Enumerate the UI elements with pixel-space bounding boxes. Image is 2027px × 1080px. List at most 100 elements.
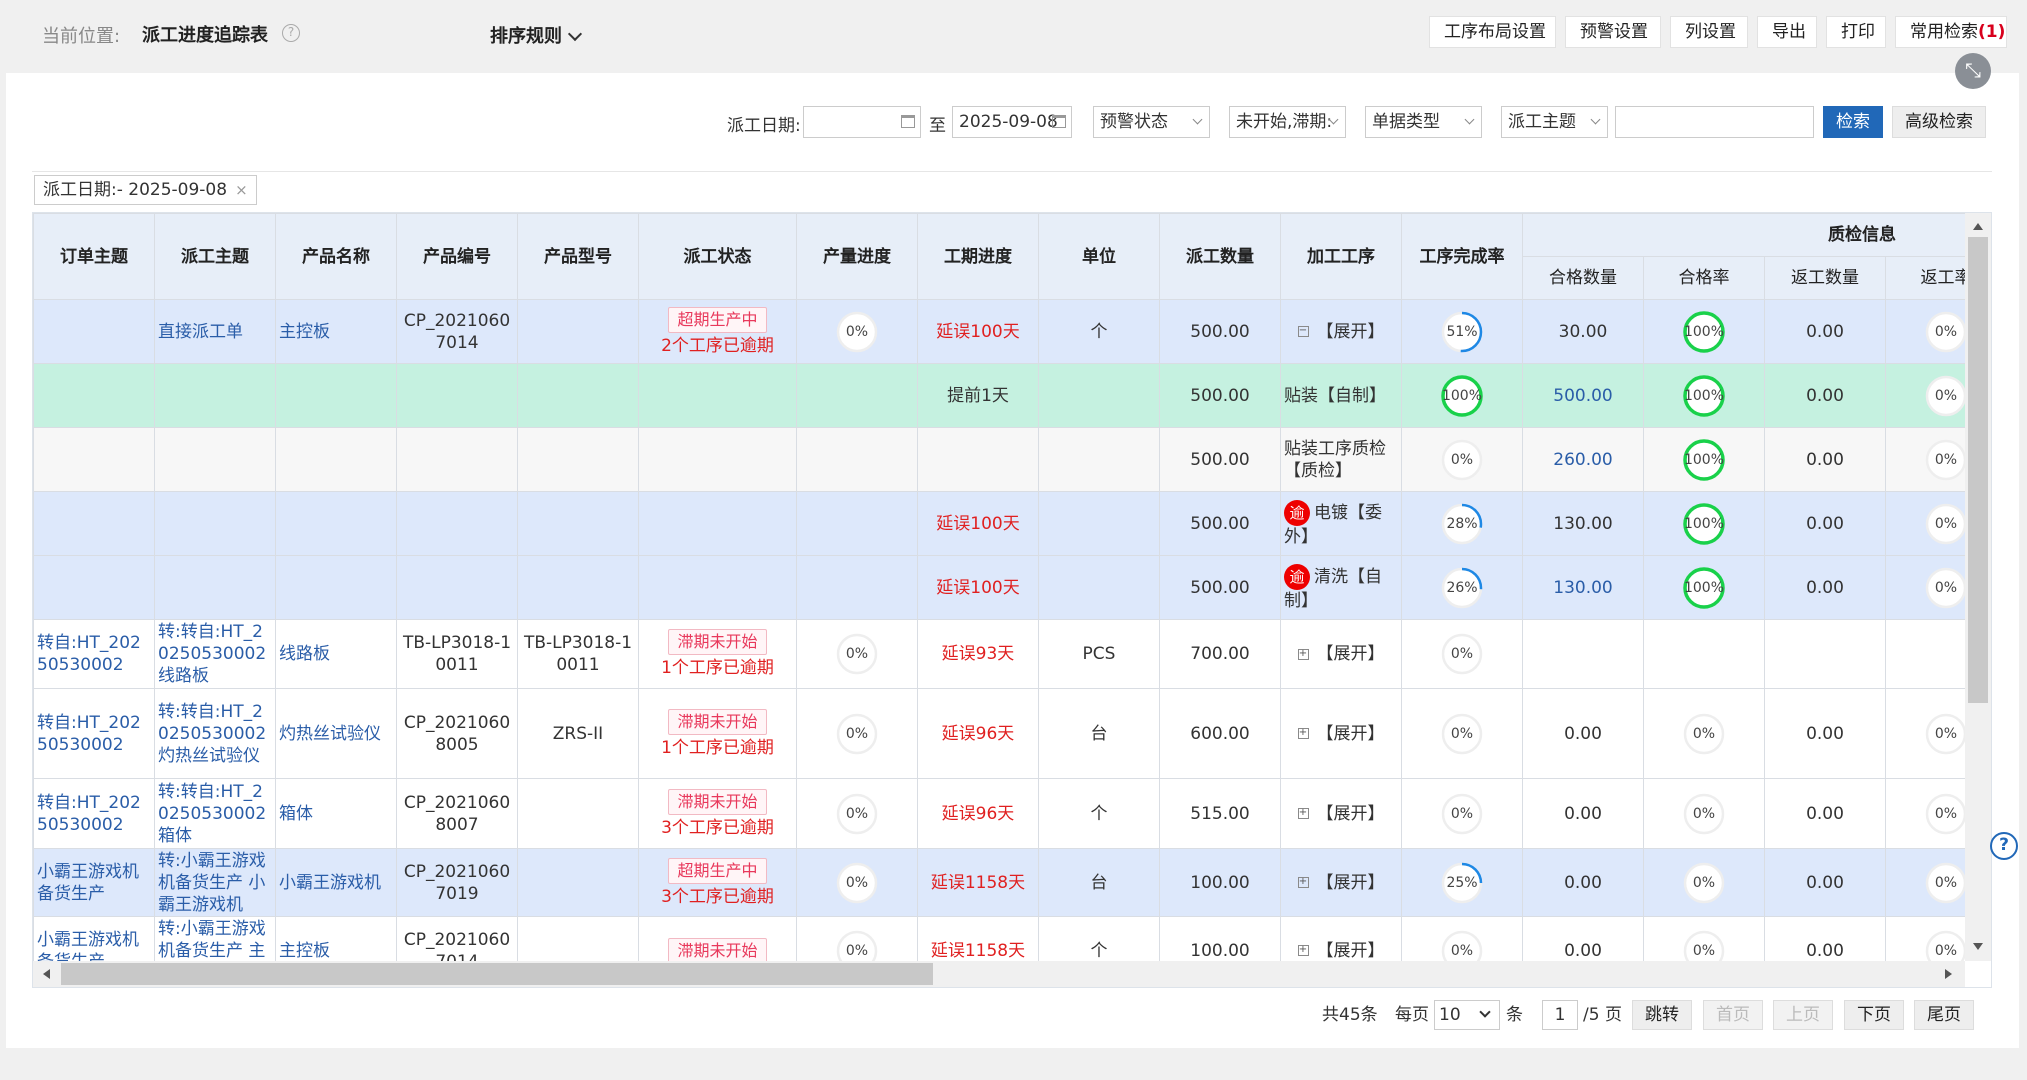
warning-settings-button[interactable]: 预警设置	[1565, 16, 1661, 48]
table-row[interactable]: 延误100天 500.00 逾清洗【自制】 26% 130.00 100% 0.00 0%	[33, 555, 1965, 620]
table-row[interactable]: 转自:HT_20250530002 转:转自:HT_20250530002 灼热丝…	[33, 688, 1965, 779]
expand-toggle[interactable]: + 【展开】	[1297, 872, 1385, 894]
first-page-button[interactable]: 首页	[1703, 1000, 1763, 1030]
page-input[interactable]: 1	[1542, 1000, 1578, 1030]
filter-chip[interactable]: 派工日期:- 2025-09-08 ×	[34, 175, 257, 205]
column-header[interactable]: 订单主题	[33, 213, 155, 300]
order-subject-link[interactable]: 转自:HT_20250530002	[37, 633, 141, 675]
order-subject-link[interactable]: 小霸王游戏机备货生产	[37, 930, 139, 962]
column-header[interactable]: 单位	[1038, 213, 1160, 300]
table-row[interactable]: 小霸王游戏机备货生产 转:小霸王游戏机备货生产 小霸王游戏机 小霸王游戏机 CP_20…	[33, 848, 1965, 917]
dispatch-date-label: 派工日期:	[727, 116, 801, 136]
table-row[interactable]: 延误100天 500.00 逾电镀【委外】 28% 130.00 100% 0.00 0%	[33, 491, 1965, 556]
progress-ring-label: 100%	[1683, 451, 1725, 468]
next-page-button[interactable]: 下页	[1844, 1000, 1904, 1030]
search-button[interactable]: 检索	[1823, 106, 1883, 138]
product-name-link[interactable]: 小霸王游戏机	[279, 873, 381, 893]
table-row[interactable]: 提前1天 500.00 贴装【自制】 100% 500.00 100% 0.00 0%	[33, 363, 1965, 428]
scroll-right-icon[interactable]	[1945, 969, 1952, 979]
dispatch-subject-link[interactable]: 转:转自:HT_20250530002 线路板	[158, 622, 266, 686]
column-header[interactable]: 工期进度	[917, 213, 1039, 300]
not-started-select[interactable]: 未开始,滞期:	[1229, 106, 1346, 138]
table-row[interactable]: 小霸王游戏机备货生产转:小霸王游戏机备货生产 主控板主控板 CP_20210607…	[33, 916, 1965, 962]
product-name-link[interactable]: 灼热丝试验仪	[279, 724, 381, 744]
dispatch-subject-link[interactable]: 转:小霸王游戏机备货生产 主控板	[158, 919, 266, 962]
process-layout-button[interactable]: 工序布局设置	[1429, 16, 1556, 48]
vertical-scrollbar[interactable]	[1965, 213, 1991, 961]
order-subject-link[interactable]: 小霸王游戏机备货生产	[37, 862, 139, 904]
product-code: CP_20210607019	[403, 861, 511, 904]
column-header[interactable]: 派工主题	[154, 213, 276, 300]
expand-toggle[interactable]: + 【展开】	[1297, 803, 1385, 825]
table-cell: 500.00	[1159, 299, 1281, 364]
column-settings-button[interactable]: 列设置	[1670, 16, 1748, 48]
common-search-button[interactable]: 常用检索(1)	[1895, 16, 2007, 48]
sort-rule-dropdown[interactable]: 排序规则	[490, 22, 583, 48]
expand-toggle[interactable]: + 【展开】	[1297, 723, 1385, 745]
product-name-link[interactable]: 主控板	[279, 322, 330, 342]
table-row[interactable]: 转自:HT_20250530002 转:转自:HT_20250530002 箱体箱…	[33, 778, 1965, 849]
dispatch-subject-select[interactable]: 派工主题	[1501, 106, 1608, 138]
date-to-input[interactable]: 2025-09-08	[952, 106, 1072, 138]
column-header[interactable]: 派工数量	[1159, 213, 1281, 300]
column-header[interactable]: 产品编号	[396, 213, 518, 300]
table-cell: 0.00	[1764, 778, 1886, 849]
expand-toggle[interactable]: + 【展开】	[1297, 643, 1385, 665]
table-row[interactable]: 直接派工单 主控板 CP_20210607014 超期生产中 2个工序已逾期 0% 延误10…	[33, 299, 1965, 364]
prev-page-button[interactable]: 上页	[1773, 1000, 1833, 1030]
table-row[interactable]: 500.00 贴装工序质检【质检】 0% 260.00 100% 0.00 0%	[33, 427, 1965, 492]
print-button[interactable]: 打印	[1826, 16, 1886, 48]
close-icon[interactable]: ×	[235, 181, 248, 199]
dispatch-subject-link[interactable]: 转:转自:HT_20250530002 灼热丝试验仪	[158, 702, 266, 766]
advanced-search-button[interactable]: 高级检索	[1892, 106, 1986, 138]
product-name-link[interactable]: 箱体	[279, 804, 313, 824]
qc-column-header[interactable]: 返工率	[1885, 256, 1965, 300]
scroll-left-icon[interactable]	[43, 969, 50, 979]
dispatch-subject-link[interactable]: 转:小霸王游戏机备货生产 小霸王游戏机	[158, 851, 266, 915]
table-row[interactable]: 转自:HT_20250530002 转:转自:HT_20250530002 线路板…	[33, 619, 1965, 689]
order-subject-link[interactable]: 转自:HT_20250530002	[37, 713, 141, 755]
expand-toggle[interactable]: − 【展开】	[1297, 321, 1385, 343]
progress-ring-label: 0%	[1934, 515, 1958, 532]
column-header[interactable]: 产品型号	[517, 213, 639, 300]
jump-button[interactable]: 跳转	[1632, 1000, 1692, 1030]
table-cell: 0.00	[1764, 555, 1886, 620]
qc-qty[interactable]: 500.00	[1553, 386, 1612, 406]
export-button[interactable]: 导出	[1757, 16, 1817, 48]
dispatch-subject-link[interactable]: 转:转自:HT_20250530002 箱体	[158, 782, 266, 846]
product-name-link[interactable]: 主控板	[279, 941, 330, 961]
dispatch-subject-link[interactable]: 直接派工单	[158, 322, 243, 342]
expand-toggle[interactable]: + 【展开】	[1297, 940, 1385, 962]
last-page-button[interactable]: 尾页	[1914, 1000, 1974, 1030]
doc-type-select[interactable]: 单据类型	[1365, 106, 1482, 138]
status-badge: 滞期未开始	[668, 937, 767, 961]
horizontal-scrollbar[interactable]	[33, 961, 1965, 987]
collapse-icon[interactable]: ⤡	[1955, 53, 1991, 89]
product-name-link[interactable]: 线路板	[279, 644, 330, 664]
order-subject-link[interactable]: 转自:HT_20250530002	[37, 793, 141, 835]
per-page-select[interactable]: 10	[1434, 1000, 1500, 1030]
date-from-input[interactable]	[803, 106, 921, 138]
table-cell: 0.00	[1764, 848, 1886, 917]
product-model: TB-LP3018-10011	[523, 633, 633, 675]
qc-column-header[interactable]: 返工数量	[1764, 256, 1886, 300]
help-icon[interactable]: ?	[282, 24, 300, 42]
qc-column-header[interactable]: 合格率	[1643, 256, 1765, 300]
qc-qty[interactable]: 130.00	[1553, 578, 1612, 598]
column-header[interactable]: 加工工序	[1280, 213, 1402, 300]
scroll-down-icon[interactable]	[1973, 943, 1983, 950]
qc-column-header[interactable]: 合格数量	[1522, 256, 1644, 300]
column-header[interactable]: 工序完成率	[1401, 213, 1523, 300]
help-icon[interactable]: ?	[1990, 832, 2018, 860]
warning-status-select[interactable]: 预警状态	[1093, 106, 1210, 138]
progress-ring: 100%	[1681, 373, 1727, 419]
keyword-input[interactable]	[1615, 106, 1814, 138]
column-header[interactable]: 产量进度	[796, 213, 918, 300]
horizontal-scroll-thumb[interactable]	[61, 963, 933, 985]
progress-ring-label: 28%	[1446, 515, 1478, 532]
qc-qty[interactable]: 260.00	[1553, 450, 1612, 470]
column-header[interactable]: 派工状态	[638, 213, 797, 300]
column-header[interactable]: 产品名称	[275, 213, 397, 300]
vertical-scroll-thumb[interactable]	[1968, 237, 1988, 703]
scroll-up-icon[interactable]	[1973, 223, 1983, 230]
